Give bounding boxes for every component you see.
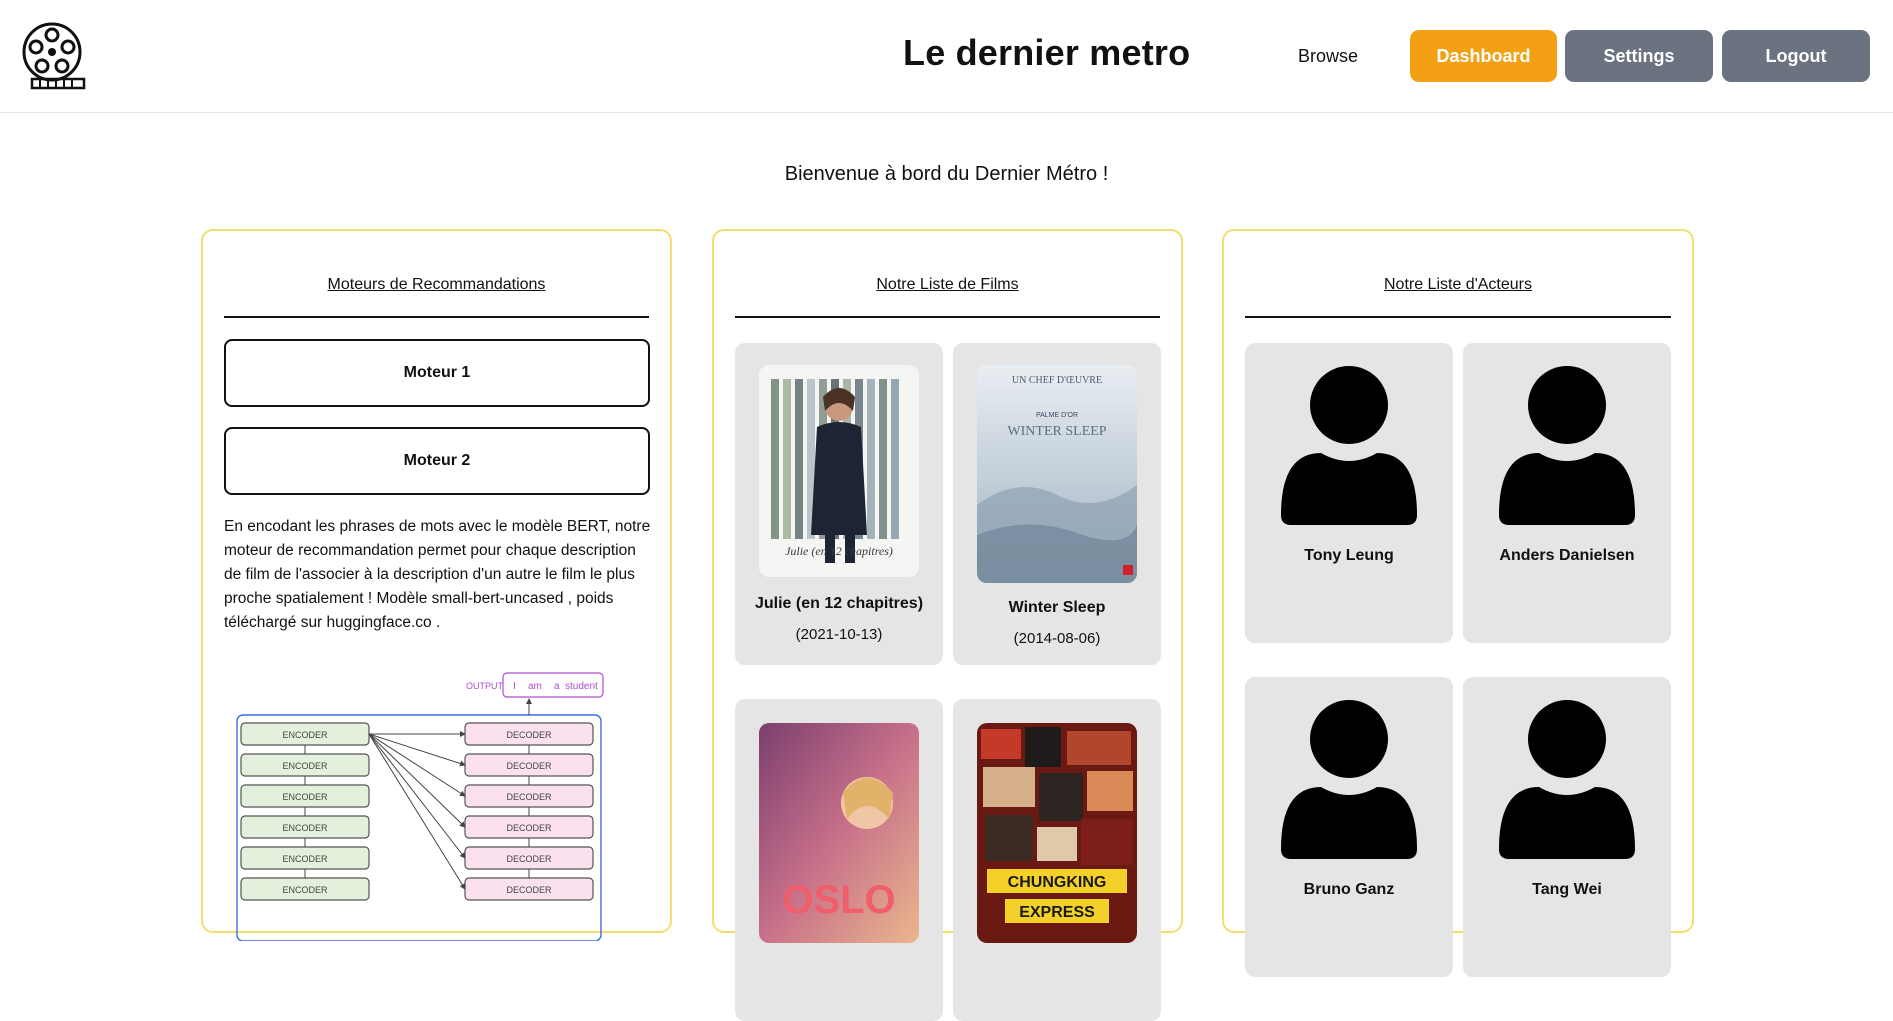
decoder-block: DECODER [464,753,594,777]
actor-name: Anders Danielsen [1499,547,1635,564]
divider [1245,316,1671,318]
films-panel: Notre Liste de Films Julie (en 12 chapit… [712,229,1183,1021]
engine-description: En encodant les phrases de mots avec le … [224,518,651,631]
logout-button[interactable]: Logout [1722,30,1870,82]
divider [224,316,649,318]
actor-card[interactable]: Bruno Ganz [1245,677,1453,977]
film-poster-julie[interactable]: Julie (en 12 chapitres) [759,365,919,577]
decoder-block: DECODER [464,722,594,746]
top-navbar: Le dernier metro Browse Dashboard Settin… [0,0,1893,113]
svg-text:CHUNGKING: CHUNGKING [1008,874,1107,891]
encoder-block: ENCODER [240,784,370,808]
svg-text:ENCODER: ENCODER [282,730,328,740]
svg-text:ENCODER: ENCODER [282,854,328,864]
decoder-block: DECODER [464,784,594,808]
settings-button[interactable]: Settings [1565,30,1713,82]
encoder-block: ENCODER [240,815,370,839]
svg-text:OSLO: OSLO [782,878,895,922]
film-date: (2014-08-06) [1013,630,1101,647]
svg-text:DECODER: DECODER [506,792,552,802]
svg-text:Julie (en 12 chapitres): Julie (en 12 chapitres) [785,544,893,558]
svg-text:I: I [513,681,516,692]
film-poster-oslo[interactable]: OSLO [759,723,919,943]
site-title: Le dernier metro [903,32,1191,73]
film-title: Julie (en 12 chapitres) [754,595,924,612]
actor-name: Tang Wei [1532,881,1602,898]
film-card[interactable]: UN CHEF D'ŒUVRE PALME D'OR WINTER SLEEP … [953,343,1161,665]
encoder-block: ENCODER [240,753,370,777]
svg-text:ENCODER: ENCODER [282,823,328,833]
film-reel-icon[interactable] [22,22,88,90]
film-poster-chungking[interactable]: CHUNGKING EXPRESS [977,723,1137,943]
user-silhouette-icon [1281,700,1417,859]
actor-name: Bruno Ganz [1303,881,1395,898]
encoder-block: ENCODER [240,722,370,746]
film-card[interactable]: Julie (en 12 chapitres) Julie (en 12 cha… [735,343,943,665]
panel-title-recommendations[interactable]: Moteurs de Recommandations [203,276,670,294]
svg-text:DECODER: DECODER [506,885,552,895]
transformer-diagram: OUTPUT I am a student ENCODER DECODER ENCO… [236,672,604,941]
film-title: Winter Sleep [1008,599,1106,616]
engine-1-button[interactable]: Moteur 1 [224,339,650,407]
svg-text:DECODER: DECODER [506,761,552,771]
film-date: (2021-10-13) [795,626,883,643]
output-label: OUTPUT [466,681,504,691]
decoder-block: DECODER [464,877,594,901]
recommendations-panel: Moteurs de Recommandations Moteur 1 Mote… [201,229,672,941]
svg-text:DECODER: DECODER [506,854,552,864]
welcome-message: Bienvenue à bord du Dernier Métro ! [784,163,1109,185]
svg-text:student: student [565,681,598,692]
film-card[interactable]: CHUNGKING EXPRESS [953,699,1161,1021]
svg-text:EXPRESS: EXPRESS [1019,904,1095,921]
film-poster-winter-sleep[interactable]: UN CHEF D'ŒUVRE PALME D'OR WINTER SLEEP [977,365,1137,583]
svg-text:ENCODER: ENCODER [282,792,328,802]
panel-title-actors[interactable]: Notre Liste d'Acteurs [1224,276,1692,294]
panel-title-films[interactable]: Notre Liste de Films [714,276,1181,294]
svg-text:PALME D'OR: PALME D'OR [1036,412,1078,419]
svg-text:DECODER: DECODER [506,730,552,740]
decoder-block: DECODER [464,815,594,839]
film-card[interactable]: OSLO [735,699,943,1021]
dashboard-button[interactable]: Dashboard [1410,30,1557,82]
svg-text:UN CHEF D'ŒUVRE: UN CHEF D'ŒUVRE [1012,375,1102,386]
actor-name: Tony Leung [1304,547,1394,564]
browse-link[interactable]: Browse [1298,46,1358,67]
decoder-block: DECODER [464,846,594,870]
user-silhouette-icon [1281,366,1417,525]
actor-card[interactable]: Anders Danielsen [1463,343,1671,643]
actors-panel: Notre Liste d'Acteurs Tony Leung Anders … [1222,229,1694,977]
output-box: I am a student [502,672,604,698]
actor-card[interactable]: Tang Wei [1463,677,1671,977]
svg-text:a: a [554,681,560,692]
divider [735,316,1160,318]
svg-text:ENCODER: ENCODER [282,761,328,771]
svg-text:DECODER: DECODER [506,823,552,833]
encoder-block: ENCODER [240,877,370,901]
actor-card[interactable]: Tony Leung [1245,343,1453,643]
engine-2-button[interactable]: Moteur 2 [224,427,650,495]
encoder-block: ENCODER [240,846,370,870]
svg-text:WINTER SLEEP: WINTER SLEEP [1007,424,1106,439]
svg-text:am: am [528,681,542,692]
user-silhouette-icon [1499,366,1635,525]
svg-text:ENCODER: ENCODER [282,885,328,895]
user-silhouette-icon [1499,700,1635,859]
